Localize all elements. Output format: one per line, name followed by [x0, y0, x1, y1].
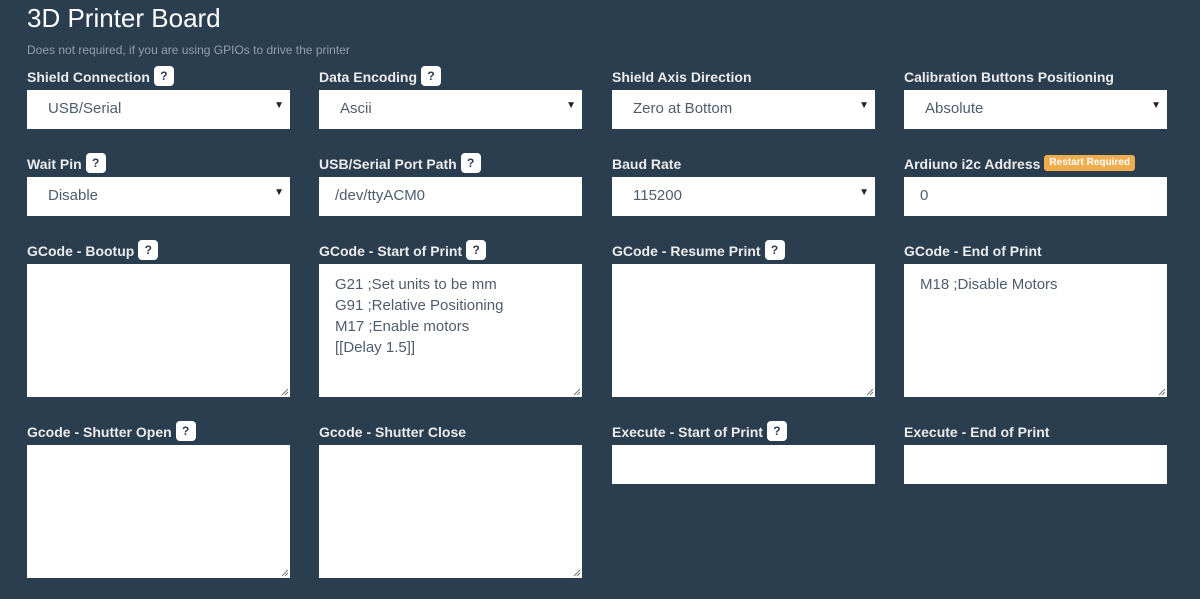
resize-grip-icon[interactable]: [573, 388, 581, 396]
baud-rate-select[interactable]: 115200 ▼: [612, 177, 875, 216]
execute-start-of-print-field: Execute - Start of Print ?: [612, 421, 875, 484]
gcode-shutter-open-textarea[interactable]: [27, 445, 290, 578]
resize-grip-icon[interactable]: [281, 388, 289, 396]
shield-axis-direction-value: Zero at Bottom: [633, 100, 733, 117]
shield-axis-direction-field: Shield Axis Direction Zero at Bottom ▼: [612, 68, 875, 129]
caret-down-icon: ▼: [274, 187, 284, 198]
shield-connection-field: Shield Connection ? USB/Serial ▼: [27, 66, 290, 129]
caret-down-icon: ▼: [274, 100, 284, 111]
gcode-start-of-print-label: GCode - Start of Print: [319, 243, 463, 259]
usb-serial-port-path-label: USB/Serial Port Path: [319, 156, 457, 172]
shield-connection-select[interactable]: USB/Serial ▼: [27, 90, 290, 129]
page-title: 3D Printer Board: [27, 3, 221, 33]
wait-pin-field: Wait Pin ? Disable ▼: [27, 153, 290, 216]
baud-rate-label: Baud Rate: [612, 156, 682, 172]
arduino-i2c-address-value: 0: [920, 187, 929, 204]
gcode-line: G91 ;Relative Positioning: [335, 297, 504, 314]
gcode-end-of-print-label: GCode - End of Print: [904, 243, 1042, 259]
help-icon[interactable]: ?: [466, 240, 487, 260]
execute-end-of-print-input[interactable]: [904, 445, 1167, 484]
calibration-buttons-positioning-label: Calibration Buttons Positioning: [904, 69, 1114, 85]
execute-start-of-print-label: Execute - Start of Print: [612, 424, 763, 440]
help-icon[interactable]: ?: [764, 240, 785, 260]
shield-connection-value: USB/Serial: [48, 100, 122, 117]
caret-down-icon: ▼: [1151, 100, 1161, 111]
usb-serial-port-path-value: /dev/ttyACM0: [335, 187, 426, 204]
help-icon[interactable]: ?: [766, 421, 787, 441]
caret-down-icon: ▼: [859, 187, 869, 198]
calibration-buttons-positioning-value: Absolute: [925, 100, 984, 117]
gcode-end-of-print-textarea[interactable]: M18 ;Disable Motors: [904, 264, 1167, 397]
gcode-line: M17 ;Enable motors: [335, 318, 470, 335]
data-encoding-field: Data Encoding ? Ascii ▼: [319, 66, 582, 129]
gcode-shutter-close-textarea[interactable]: [319, 445, 582, 578]
caret-down-icon: ▼: [566, 100, 576, 111]
restart-required-badge: Restart Required: [1044, 155, 1135, 171]
resize-grip-icon[interactable]: [866, 388, 874, 396]
gcode-bootup-label: GCode - Bootup: [27, 243, 135, 259]
gcode-shutter-open-label: Gcode - Shutter Open: [27, 424, 172, 440]
page-subtitle: Does not required, if you are using GPIO…: [27, 43, 350, 57]
gcode-line: [[Delay 1.5]]: [335, 339, 416, 356]
wait-pin-value: Disable: [48, 187, 99, 204]
help-icon[interactable]: ?: [175, 421, 196, 441]
gcode-resume-print-field: GCode - Resume Print ?: [612, 240, 875, 397]
data-encoding-value: Ascii: [340, 100, 372, 117]
baud-rate-value: 115200: [633, 187, 682, 204]
gcode-bootup-textarea[interactable]: [27, 264, 290, 397]
help-icon[interactable]: ?: [460, 153, 481, 173]
data-encoding-select[interactable]: Ascii ▼: [319, 90, 582, 129]
usb-serial-port-path-field: USB/Serial Port Path ? /dev/ttyACM0: [319, 153, 582, 216]
shield-axis-direction-select[interactable]: Zero at Bottom ▼: [612, 90, 875, 129]
gcode-resume-print-label: GCode - Resume Print: [612, 243, 761, 259]
wait-pin-label: Wait Pin: [27, 156, 82, 172]
execute-end-of-print-field: Execute - End of Print: [904, 423, 1167, 484]
execute-start-of-print-input[interactable]: [612, 445, 875, 484]
gcode-bootup-field: GCode - Bootup ?: [27, 240, 290, 397]
gcode-start-of-print-field: GCode - Start of Print ? G21 ;Set units …: [319, 240, 582, 397]
gcode-end-of-print-field: GCode - End of Print M18 ;Disable Motors: [904, 242, 1167, 397]
help-icon[interactable]: ?: [153, 66, 174, 86]
help-icon[interactable]: ?: [421, 66, 442, 86]
gcode-line: M18 ;Disable Motors: [920, 276, 1058, 293]
shield-axis-direction-label: Shield Axis Direction: [612, 69, 752, 85]
gcode-shutter-close-field: Gcode - Shutter Close: [319, 423, 582, 578]
calibration-buttons-positioning-select[interactable]: Absolute ▼: [904, 90, 1167, 129]
shield-connection-label: Shield Connection: [27, 69, 150, 85]
baud-rate-field: Baud Rate 115200 ▼: [612, 155, 875, 216]
gcode-resume-print-textarea[interactable]: [612, 264, 875, 397]
gcode-start-of-print-textarea[interactable]: G21 ;Set units to be mm G91 ;Relative Po…: [319, 264, 582, 397]
gcode-shutter-open-field: Gcode - Shutter Open ?: [27, 421, 290, 578]
resize-grip-icon[interactable]: [1158, 388, 1166, 396]
arduino-i2c-address-input[interactable]: 0: [904, 177, 1167, 216]
help-icon[interactable]: ?: [85, 153, 106, 173]
help-icon[interactable]: ?: [138, 240, 159, 260]
data-encoding-label: Data Encoding: [319, 69, 418, 85]
resize-grip-icon[interactable]: [281, 569, 289, 577]
gcode-shutter-close-label: Gcode - Shutter Close: [319, 424, 467, 440]
execute-end-of-print-label: Execute - End of Print: [904, 424, 1050, 440]
gcode-line: G21 ;Set units to be mm: [335, 276, 497, 293]
caret-down-icon: ▼: [859, 100, 869, 111]
arduino-i2c-address-field: Ardiuno i2c Address Restart Required 0: [904, 155, 1167, 216]
resize-grip-icon[interactable]: [573, 569, 581, 577]
wait-pin-select[interactable]: Disable ▼: [27, 177, 290, 216]
calibration-buttons-positioning-field: Calibration Buttons Positioning Absolute…: [904, 68, 1167, 129]
arduino-i2c-address-label: Ardiuno i2c Address: [904, 156, 1041, 172]
usb-serial-port-path-input[interactable]: /dev/ttyACM0: [319, 177, 582, 216]
